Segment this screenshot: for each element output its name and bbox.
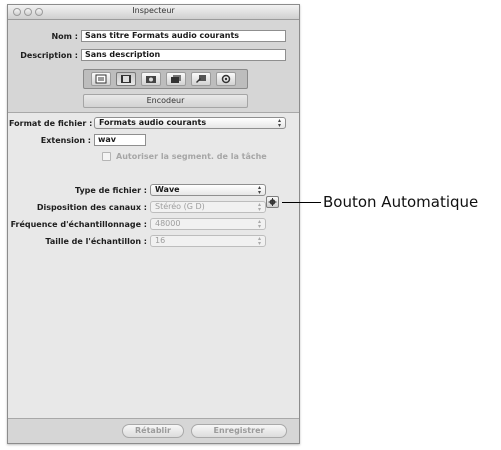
tab-encodeur[interactable]: Encodeur <box>83 94 248 108</box>
window-title: Inspecteur <box>132 6 175 15</box>
file-format-label: Format de fichier : <box>9 119 93 128</box>
stack-icon <box>171 75 181 83</box>
allow-segment-checkbox[interactable] <box>102 152 111 161</box>
file-type-label: Type de fichier : <box>74 186 147 195</box>
summary-icon <box>95 74 107 84</box>
sample-size-label: Taille de l'échantillon : <box>45 237 147 246</box>
sample-size-popup[interactable]: 16 ▴ ▾ <box>150 235 266 247</box>
sample-rate-popup[interactable]: 48000 ▴ ▾ <box>150 218 266 230</box>
extension-field[interactable]: wav <box>94 134 146 146</box>
revert-button[interactable]: Rétablir <box>122 424 184 438</box>
inspector-toolbar <box>83 69 248 89</box>
gear-icon <box>221 74 231 84</box>
file-type-popup[interactable]: Wave ▴ ▾ <box>150 184 266 196</box>
title-bar: Inspecteur <box>8 5 299 20</box>
file-type-value: Wave <box>155 185 180 194</box>
popup-arrows-icon: ▴ ▾ <box>257 235 261 247</box>
file-format-value: Formats audio courants <box>99 118 207 127</box>
sample-rate-value: 48000 <box>155 219 181 228</box>
channel-layout-label: Disposition des canaux : <box>36 203 147 212</box>
automatic-button[interactable] <box>266 196 279 208</box>
allow-segment-label: Autoriser la segment. de la tâche <box>116 152 267 161</box>
name-field[interactable]: Sans titre Formats audio courants <box>81 30 286 42</box>
summary-tab-button[interactable] <box>91 72 111 86</box>
channel-layout-value: Stéréo (G D) <box>155 202 205 211</box>
actions-icon <box>196 75 206 83</box>
sample-rate-label: Fréquence d'échantillonnage : <box>10 220 147 229</box>
save-button[interactable]: Enregistrer <box>191 424 287 438</box>
callout-line <box>282 202 321 203</box>
camera-icon <box>146 76 156 83</box>
frame-controls-tab-button[interactable] <box>141 72 161 86</box>
sample-size-value: 16 <box>155 236 166 245</box>
callout-label: Bouton Automatique <box>323 193 479 211</box>
channel-layout-popup[interactable]: Stéréo (G D) ▴ ▾ <box>150 201 266 213</box>
file-format-popup[interactable]: Formats audio courants ▴ ▾ <box>94 117 286 129</box>
popup-arrows-icon: ▴ ▾ <box>277 117 281 129</box>
popup-arrows-icon: ▴ ▾ <box>257 184 261 196</box>
gear-icon <box>268 198 277 206</box>
popup-arrows-icon: ▴ ▾ <box>257 201 261 213</box>
actions-tab-button[interactable] <box>216 72 236 86</box>
popup-arrows-icon: ▴ ▾ <box>257 218 261 230</box>
geometry-tab-button[interactable] <box>191 72 211 86</box>
description-label: Description : <box>20 51 78 60</box>
filters-tab-button[interactable] <box>166 72 186 86</box>
extension-label: Extension : <box>40 136 91 145</box>
inspector-window: Inspecteur Nom : Sans titre Formats audi… <box>7 4 300 444</box>
film-icon <box>121 75 131 83</box>
description-field[interactable]: Sans description <box>81 49 286 61</box>
name-label: Nom : <box>51 32 78 41</box>
encoder-tab-button[interactable] <box>116 72 136 86</box>
